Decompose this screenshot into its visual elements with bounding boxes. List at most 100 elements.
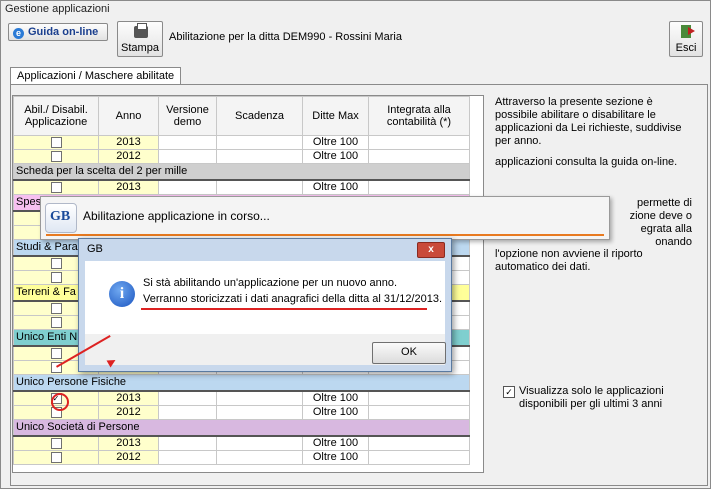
abil-cell <box>13 435 99 451</box>
anno-cell: 2013 <box>98 179 159 195</box>
table-row: 2013 Oltre 100 <box>13 135 470 150</box>
abil-checkbox[interactable] <box>50 347 62 359</box>
abil-checkbox[interactable] <box>50 302 62 314</box>
esci-label: Esci <box>675 42 697 54</box>
ok-button[interactable]: OK <box>372 342 446 364</box>
anno-cell: 2012 <box>98 405 159 420</box>
abil-cell <box>13 149 99 164</box>
grid-scrollbar[interactable] <box>483 96 484 472</box>
highlight-underline <box>141 308 427 310</box>
col-integrata: Integrata alla contabilità (*) <box>368 96 470 136</box>
group-label: Unico Persone Fisiche <box>13 374 470 392</box>
abil-cell <box>13 179 99 195</box>
stampa-label: Stampa <box>121 42 159 54</box>
group-label: Scheda per la scelta del 2 per mille <box>13 163 470 181</box>
scadenza-cell <box>216 179 303 195</box>
tab-applicazioni[interactable]: Applicazioni / Maschere abilitate <box>10 67 182 85</box>
abil-checkbox[interactable] <box>50 271 62 283</box>
dialog-close-button[interactable]: x <box>417 242 445 258</box>
window-title: Gestione applicazioni <box>1 1 710 18</box>
abil-checkbox[interactable] <box>50 437 62 449</box>
dialog-message-2: Verranno storicizzati i dati anagrafici … <box>143 293 443 305</box>
table-row: 2012 Oltre 100 <box>13 149 470 164</box>
integrata-cell <box>368 149 470 164</box>
col-anno: Anno <box>98 96 159 136</box>
group-row: Scheda per la scelta del 2 per mille <box>13 163 470 181</box>
info-p2: applicazioni consulta la guida on-line. <box>495 156 678 168</box>
anno-cell: 2013 <box>98 390 159 406</box>
scadenza-cell <box>216 135 303 150</box>
table-row: ✓ 2013 Oltre 100 <box>13 390 470 406</box>
integrata-cell <box>368 450 470 465</box>
col-abil: Abil./ Disabil. Applicazione <box>13 96 99 136</box>
stampa-button[interactable]: Stampa <box>117 21 163 57</box>
table-row: 2012 Oltre 100 <box>13 405 470 420</box>
guida-online-label: Guida on-line <box>28 26 99 38</box>
ditte-cell: Oltre 100 <box>302 149 369 164</box>
abil-checkbox[interactable] <box>50 316 62 328</box>
gb-logo-text: GB <box>50 209 71 224</box>
table-row: 2013 Oltre 100 <box>13 435 470 451</box>
integrata-cell <box>368 435 470 451</box>
info-p1: Attraverso la presente sezione è possibi… <box>495 96 682 147</box>
highlight-circle <box>51 393 69 411</box>
versione-cell <box>158 135 217 150</box>
ditte-cell: Oltre 100 <box>302 135 369 150</box>
scadenza-cell <box>216 149 303 164</box>
versione-cell <box>158 149 217 164</box>
dialog-title: GB <box>87 243 103 255</box>
abil-checkbox[interactable] <box>50 136 62 148</box>
guida-online-button[interactable]: e Guida on-line <box>8 23 108 41</box>
abil-checkbox[interactable] <box>50 150 62 162</box>
progress-bar <box>46 234 604 236</box>
scadenza-cell <box>216 390 303 406</box>
dialog-message-1: Si stà abilitando un'applicazione per un… <box>143 277 398 289</box>
anno-cell: 2012 <box>98 450 159 465</box>
scadenza-cell <box>216 405 303 420</box>
integrata-cell <box>368 405 470 420</box>
anno-cell: 2013 <box>98 435 159 451</box>
dialog-body: i Si stà abilitando un'applicazione per … <box>85 261 445 334</box>
versione-cell <box>158 390 217 406</box>
integrata-cell <box>368 390 470 406</box>
table-row: 2012 Oltre 100 <box>13 450 470 465</box>
info-text: Attraverso la presente sezione è possibi… <box>495 96 695 177</box>
dialog-footer: OK <box>85 334 446 365</box>
ditte-cell: Oltre 100 <box>302 405 369 420</box>
versione-cell <box>158 435 217 451</box>
printer-icon <box>134 23 148 38</box>
visualizza-checkbox[interactable]: ✓ <box>503 386 515 398</box>
gb-logo-icon: GB <box>45 203 77 233</box>
abil-checkbox[interactable] <box>50 181 62 193</box>
visualizza-option[interactable]: ✓ Visualizza solo le applicazioni dispon… <box>503 385 711 411</box>
visualizza-label: Visualizza solo le applicazioni disponib… <box>519 385 664 410</box>
progress-text: Abilitazione applicazione in corso... <box>83 209 270 223</box>
integrata-cell <box>368 135 470 150</box>
ditte-cell: Oltre 100 <box>302 435 369 451</box>
group-label: Unico Società di Persone <box>13 419 470 437</box>
scadenza-cell <box>216 450 303 465</box>
table-row: 2013 Oltre 100 <box>13 179 470 195</box>
abil-checkbox[interactable] <box>50 257 62 269</box>
ie-icon: e <box>13 28 24 39</box>
group-row: Unico Società di Persone <box>13 419 470 437</box>
abil-checkbox[interactable] <box>50 451 62 463</box>
info-p4: l'opzione non avviene il riporto automat… <box>495 248 643 273</box>
ditte-cell: Oltre 100 <box>302 450 369 465</box>
info-icon: i <box>109 281 135 307</box>
exit-door-icon <box>681 25 695 38</box>
anno-cell: 2012 <box>98 149 159 164</box>
integrata-cell <box>368 179 470 195</box>
versione-cell <box>158 450 217 465</box>
col-versione: Versione demo <box>158 96 217 136</box>
versione-cell <box>158 405 217 420</box>
abil-cell <box>13 135 99 150</box>
versione-cell <box>158 179 217 195</box>
esci-button[interactable]: Esci <box>669 21 703 57</box>
abil-cell <box>13 450 99 465</box>
col-ditte: Ditte Max <box>302 96 369 136</box>
progress-popup: GB Abilitazione applicazione in corso... <box>40 196 610 240</box>
group-row: Unico Persone Fisiche <box>13 374 470 392</box>
table-header: Abil./ Disabil. Applicazione Anno Versio… <box>13 96 470 136</box>
scadenza-cell <box>216 435 303 451</box>
